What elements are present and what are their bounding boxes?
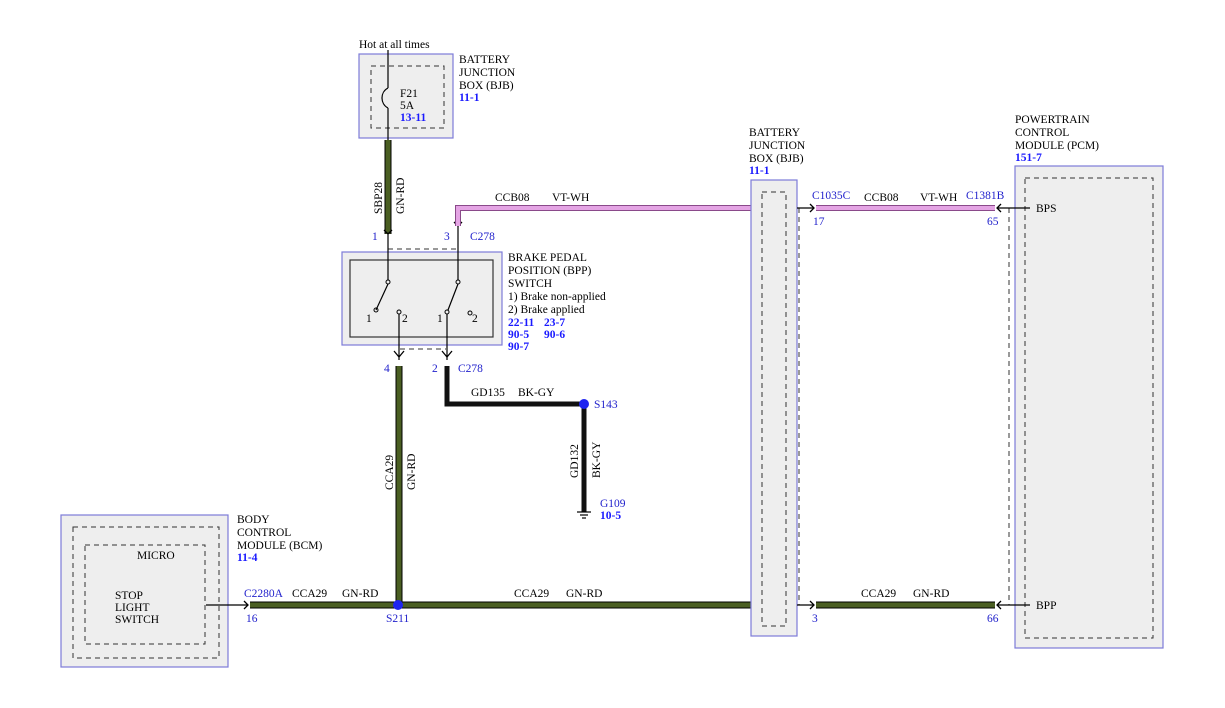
gd132-color: BK-GY bbox=[591, 441, 603, 478]
cca29-left-color: GN-RD bbox=[342, 588, 378, 600]
bpp-ref-5: 90-7 bbox=[508, 341, 529, 353]
bpp-pos-label-1: 1 bbox=[366, 313, 372, 325]
c1381b-pin-66: 66 bbox=[987, 613, 999, 625]
bpp-switch: 1 2 1 2 BRAKE PEDAL POSITION (BPP) SWITC… bbox=[341, 221, 606, 360]
c278-bottom-pin-4: 4 bbox=[384, 363, 390, 375]
bpp-pos-label-2: 2 bbox=[402, 313, 408, 325]
pcm-pin-bpp: BPP bbox=[1036, 600, 1056, 612]
fuse-ref: 13-11 bbox=[400, 112, 426, 124]
cca29-right-color: GN-RD bbox=[913, 588, 949, 600]
fuse-rating: 5A bbox=[400, 100, 415, 112]
ground-ref: 10-5 bbox=[600, 510, 621, 522]
bpp-ref-2: 23-7 bbox=[544, 317, 565, 329]
pcm-outline bbox=[1014, 165, 1164, 649]
bjb-mid-title-3: BOX (BJB) bbox=[749, 153, 804, 165]
c2280a-name: C2280A bbox=[244, 588, 284, 600]
bjb-top-ref: 11-1 bbox=[459, 92, 480, 104]
c278-top-pin-3: 3 bbox=[444, 231, 450, 243]
cca29-mid-id: CCA29 bbox=[514, 588, 549, 600]
c1035c-name: C1035C bbox=[812, 190, 851, 202]
bpp-title-1: BRAKE PEDAL bbox=[508, 252, 587, 264]
bpp-pos-label-3: 1 bbox=[437, 313, 443, 325]
ccb08-left-id: CCB08 bbox=[495, 192, 530, 204]
fuse-id: F21 bbox=[400, 88, 418, 100]
bcm-micro-label: MICRO bbox=[137, 550, 175, 562]
c1035c-pin-3: 3 bbox=[812, 613, 818, 625]
bpp-legend-1: 1) Brake non-applied bbox=[508, 291, 606, 303]
wire-cca29-horizontal: CCA29 GN-RD CCA29 GN-RD bbox=[250, 588, 752, 609]
sbp28-color: GN-RD bbox=[395, 178, 407, 214]
gd135-id: GD135 bbox=[471, 387, 505, 399]
bjb-top-title-3: BOX (BJB) bbox=[459, 80, 514, 92]
splice-s143-dot bbox=[579, 399, 589, 409]
bpp-legend-2: 2) Brake applied bbox=[508, 304, 585, 316]
bcm-function-1: STOP bbox=[115, 590, 143, 602]
c278-bottom-pin-2: 2 bbox=[432, 363, 438, 375]
splice-s211-label: S211 bbox=[386, 613, 409, 625]
cca29-left-id: CCA29 bbox=[292, 588, 327, 600]
bcm-ref: 11-4 bbox=[237, 552, 258, 564]
wiring-diagram: Hot at all times BATTERY JUNCTION BOX (B… bbox=[60, 39, 1164, 668]
bjb-fuse-box: Hot at all times BATTERY JUNCTION BOX (B… bbox=[358, 39, 516, 142]
splice-s211-dot bbox=[393, 600, 403, 610]
wire-cca29-vertical: CCA29 GN-RD bbox=[384, 366, 418, 606]
bcm-title-2: CONTROL bbox=[237, 527, 291, 539]
ccb08-right-color: VT-WH bbox=[920, 192, 957, 204]
bcm-function-3: SWITCH bbox=[115, 614, 159, 626]
bjb-mid-ref: 11-1 bbox=[749, 165, 770, 177]
pcm-title-2: CONTROL bbox=[1015, 127, 1069, 139]
bjb-mid-box: BATTERY JUNCTION BOX (BJB) 11-1 bbox=[749, 127, 815, 637]
wire-ccb08-left: CCB08 VT-WH bbox=[455, 192, 752, 226]
bjb-top-title-1: BATTERY bbox=[459, 54, 511, 66]
ground-id: G109 bbox=[600, 498, 626, 510]
bpp-switch-outline bbox=[341, 251, 503, 346]
ground-icon bbox=[577, 511, 591, 519]
c278-bottom-name: C278 bbox=[458, 363, 483, 375]
bjb-top-title-2: JUNCTION bbox=[459, 67, 516, 79]
wire-cca29-right: CCA29 GN-RD bbox=[816, 588, 995, 609]
supply-note: Hot at all times bbox=[359, 39, 430, 51]
bcm-function-2: LIGHT bbox=[115, 602, 150, 614]
splice-s143-label: S143 bbox=[594, 399, 618, 411]
c1381b-name: C1381B bbox=[966, 190, 1005, 202]
bcm-module: MICRO STOP LIGHT SWITCH BODY CONTROL MOD… bbox=[60, 514, 322, 668]
bcm-title-1: BODY bbox=[237, 514, 270, 526]
cca29-vertical-id: CCA29 bbox=[384, 455, 396, 490]
pcm-pin-bps: BPS bbox=[1036, 203, 1056, 215]
pcm-title-1: POWERTRAIN bbox=[1015, 114, 1090, 126]
bjb-mid-title-1: BATTERY bbox=[749, 127, 801, 139]
sbp28-id: SBP28 bbox=[373, 182, 385, 214]
bpp-pos-label-4: 2 bbox=[472, 313, 478, 325]
cca29-vertical-color: GN-RD bbox=[406, 454, 418, 490]
bpp-title-2: POSITION (BPP) bbox=[508, 265, 592, 277]
bjb-mid-outline bbox=[750, 179, 798, 637]
cca29-right-id: CCA29 bbox=[861, 588, 896, 600]
c278-top-pin-1: 1 bbox=[372, 231, 378, 243]
gd132-id: GD132 bbox=[569, 444, 581, 478]
ccb08-left-color: VT-WH bbox=[552, 192, 589, 204]
pcm-title-3: MODULE (PCM) bbox=[1015, 140, 1099, 152]
bpp-ref-1: 22-11 bbox=[508, 317, 534, 329]
c278-top-name: C278 bbox=[470, 231, 495, 243]
ccb08-right-id: CCB08 bbox=[864, 192, 899, 204]
c1035c-pin-17: 17 bbox=[813, 216, 825, 228]
bpp-title-3: SWITCH bbox=[508, 278, 552, 290]
bjb-mid-title-2: JUNCTION bbox=[749, 140, 806, 152]
pcm-module: POWERTRAIN CONTROL MODULE (PCM) 151-7 BP… bbox=[996, 114, 1164, 649]
c1381b-pin-65: 65 bbox=[987, 216, 999, 228]
gd135-color: BK-GY bbox=[518, 387, 555, 399]
wire-gd132: GD132 BK-GY bbox=[569, 404, 603, 512]
cca29-mid-color: GN-RD bbox=[566, 588, 602, 600]
bpp-ref-4: 90-6 bbox=[544, 329, 565, 341]
c2280a-pin: 16 bbox=[246, 613, 258, 625]
wire-sbp28: SBP28 GN-RD bbox=[373, 140, 407, 234]
bcm-title-3: MODULE (BCM) bbox=[237, 540, 322, 552]
bpp-ref-3: 90-5 bbox=[508, 329, 529, 341]
pcm-ref: 151-7 bbox=[1015, 152, 1042, 164]
